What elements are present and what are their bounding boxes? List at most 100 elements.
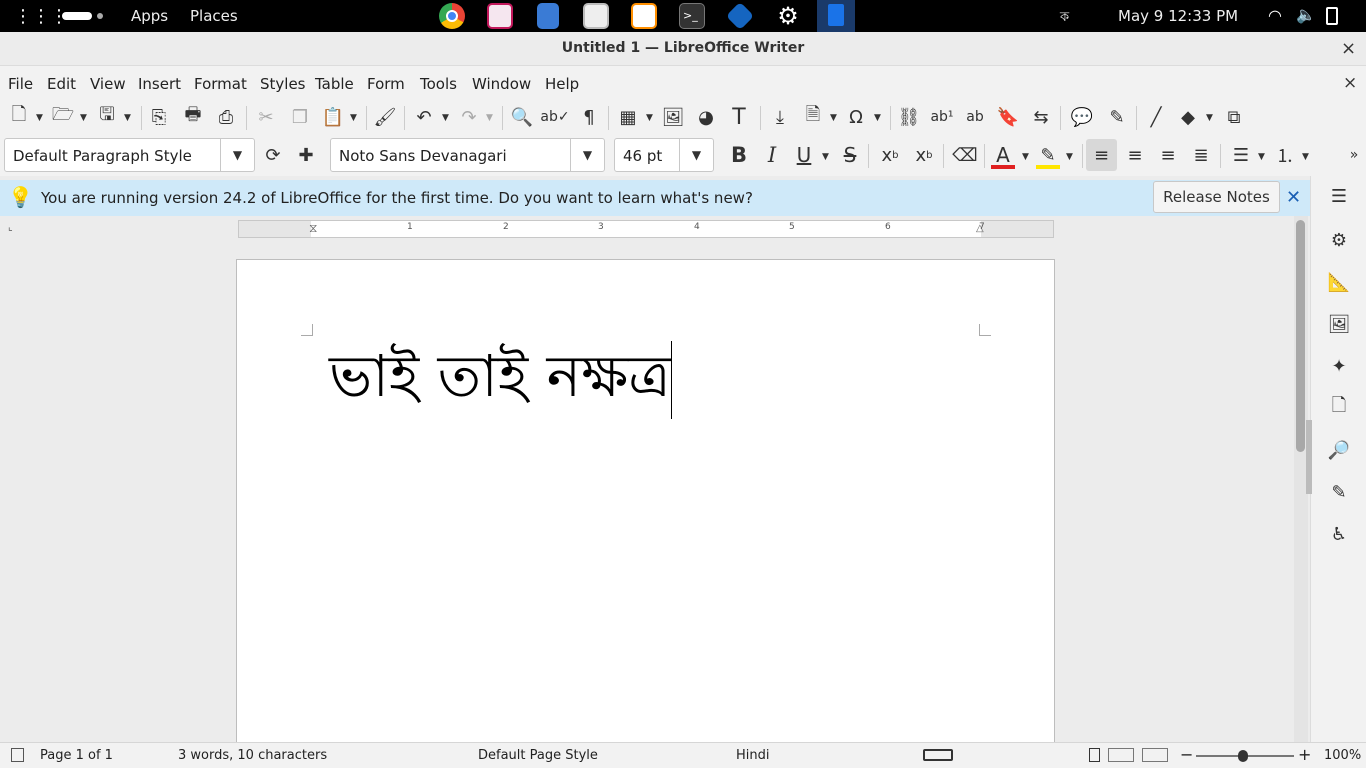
align-right-icon[interactable]: ≡ <box>1155 142 1181 168</box>
paragraph-style-combo[interactable]: Default Paragraph Style ▼ <box>4 138 255 172</box>
font-color-dropdown-icon[interactable]: ▼ <box>1022 152 1029 162</box>
paste-icon[interactable]: 📋 <box>320 104 346 130</box>
gallery-icon[interactable]: 🖼 <box>1327 312 1351 336</box>
insert-cross-reference-icon[interactable]: ⇆ <box>1028 104 1054 130</box>
numbered-list-dropdown-icon[interactable]: ▼ <box>1302 152 1309 162</box>
bullet-list-icon[interactable]: ☰ <box>1228 142 1254 168</box>
align-left-icon[interactable]: ≡ <box>1086 139 1117 171</box>
bullet-list-dropdown-icon[interactable]: ▼ <box>1258 152 1265 162</box>
wifi-icon[interactable]: ◠ <box>1268 6 1282 25</box>
special-character-icon[interactable]: Ω <box>843 104 869 130</box>
infobar-close-icon[interactable]: ✕ <box>1286 187 1301 208</box>
bold-icon[interactable]: B <box>726 142 752 168</box>
chrome-icon[interactable] <box>439 3 465 29</box>
track-changes-icon[interactable]: ✎ <box>1104 104 1130 130</box>
properties-icon[interactable]: ⚙ <box>1327 228 1351 252</box>
sidebar-menu-icon[interactable]: ☰ <box>1327 184 1351 208</box>
menu-form[interactable]: Form <box>367 75 405 93</box>
insert-line-icon[interactable]: ╱ <box>1143 104 1169 130</box>
superscript-icon[interactable]: xb <box>877 142 903 168</box>
justify-icon[interactable]: ≣ <box>1188 142 1214 168</box>
app-grid-icon[interactable]: ⋮⋮⋮ <box>14 6 68 27</box>
export-pdf-icon[interactable]: ⎘ <box>146 104 172 130</box>
highlight-dropdown-icon[interactable]: ▼ <box>1066 152 1073 162</box>
shapes-dropdown-icon[interactable]: ▼ <box>1206 113 1213 123</box>
menu-help[interactable]: Help <box>545 75 579 93</box>
new-document-icon[interactable]: 🗋 <box>6 104 32 130</box>
menu-window[interactable]: Window <box>472 75 531 93</box>
menu-insert[interactable]: Insert <box>138 75 181 93</box>
update-style-icon[interactable]: ⟳ <box>260 142 286 168</box>
book-view-icon[interactable] <box>1142 748 1168 762</box>
menu-styles[interactable]: Styles <box>260 75 306 93</box>
numbered-list-icon[interactable]: ⒈ <box>1272 142 1298 168</box>
documents-icon[interactable] <box>537 3 559 29</box>
save-dropdown-icon[interactable]: ▼ <box>124 113 131 123</box>
insert-bookmark-icon[interactable]: 🔖 <box>995 104 1021 130</box>
workspace-indicator[interactable] <box>62 12 92 20</box>
software-store-icon[interactable] <box>583 3 609 29</box>
menu-format[interactable]: Format <box>194 75 247 93</box>
document-close-icon[interactable]: × <box>1343 73 1357 93</box>
redo-dropdown-icon[interactable]: ▼ <box>486 113 493 123</box>
new-style-icon[interactable]: ✚ <box>293 142 319 168</box>
tab-stop-selector-icon[interactable]: ⌞ <box>8 222 13 233</box>
word-count[interactable]: 3 words, 10 characters <box>178 748 327 763</box>
settings-gear-icon[interactable]: ⚙ <box>775 3 801 29</box>
chevron-down-icon[interactable]: ▼ <box>679 139 713 171</box>
insert-field-icon[interactable]: 🗎 <box>800 104 826 130</box>
document-page[interactable]: ভাই তাই নক্ষত্র <box>236 259 1055 742</box>
keyboard-layout-indicator[interactable]: ক <box>1060 8 1069 29</box>
spelling-icon[interactable]: ab✓ <box>540 104 569 130</box>
zoom-in-button[interactable]: + <box>1298 745 1311 764</box>
places-menu[interactable]: Places <box>190 7 238 25</box>
terminal-icon[interactable]: >_ <box>679 3 705 29</box>
highlight-color-icon[interactable]: ✎ <box>1035 142 1061 169</box>
subscript-icon[interactable]: xb <box>911 142 937 168</box>
italic-icon[interactable]: I <box>759 142 785 168</box>
volume-icon[interactable]: 🔈 <box>1296 5 1316 24</box>
toolbar-overflow-icon[interactable]: » <box>1344 142 1364 168</box>
font-size-combo[interactable]: 46 pt ▼ <box>614 138 714 172</box>
print-preview-icon[interactable]: ⎙ <box>213 104 239 130</box>
document-area[interactable]: ⌞ 1 2 3 4 5 6 7 ⧖ △ ভাই তাই নক্ষত্র <box>0 216 1294 742</box>
underline-icon[interactable]: U <box>791 142 817 168</box>
menu-view[interactable]: View <box>90 75 126 93</box>
single-page-view-icon[interactable] <box>1089 748 1100 762</box>
navigator-icon[interactable]: ✦ <box>1327 354 1351 378</box>
font-name-combo[interactable]: Noto Sans Devanagari ▼ <box>330 138 605 172</box>
special-character-dropdown-icon[interactable]: ▼ <box>874 113 881 123</box>
table-dropdown-icon[interactable]: ▼ <box>646 113 653 123</box>
page-icon[interactable]: 📐 <box>1327 270 1351 294</box>
align-center-icon[interactable]: ≡ <box>1122 142 1148 168</box>
horizontal-ruler[interactable]: 1 2 3 4 5 6 7 ⧖ △ <box>238 220 1054 238</box>
scrollbar-thumb[interactable] <box>1296 220 1305 452</box>
sidebar-collapse-handle[interactable] <box>1306 420 1312 494</box>
strikethrough-icon[interactable]: S <box>837 142 863 168</box>
clear-formatting-icon[interactable]: ⌫ <box>952 142 978 168</box>
copy-icon[interactable]: ❐ <box>287 104 313 130</box>
zoom-level[interactable]: 100% <box>1324 748 1361 763</box>
chevron-down-icon[interactable]: ▼ <box>570 139 604 171</box>
document-text[interactable]: ভাই তাই নক্ষত্র <box>329 332 672 429</box>
calendar-icon[interactable] <box>487 3 513 29</box>
draw-functions-icon[interactable]: ⧉ <box>1221 104 1247 130</box>
redo-icon[interactable]: ↷ <box>456 104 482 130</box>
text-editor-icon[interactable] <box>631 3 657 29</box>
insert-chart-icon[interactable]: ◕ <box>693 104 719 130</box>
menu-table[interactable]: Table <box>315 75 354 93</box>
insert-table-icon[interactable]: ▦ <box>615 104 641 130</box>
menu-tools[interactable]: Tools <box>420 75 457 93</box>
insert-hyperlink-icon[interactable]: ⛓ <box>896 104 922 130</box>
paste-dropdown-icon[interactable]: ▼ <box>350 113 357 123</box>
text-language[interactable]: Hindi <box>736 748 770 763</box>
chevron-down-icon[interactable]: ▼ <box>220 139 254 171</box>
new-dropdown-icon[interactable]: ▼ <box>36 113 43 123</box>
open-dropdown-icon[interactable]: ▼ <box>80 113 87 123</box>
right-indent-marker[interactable]: △ <box>976 223 984 234</box>
field-dropdown-icon[interactable]: ▼ <box>830 113 837 123</box>
find-icon[interactable]: 🔎 <box>1327 438 1351 462</box>
page-style[interactable]: Default Page Style <box>478 748 598 763</box>
accessibility-check-icon[interactable]: ♿ <box>1327 522 1351 546</box>
find-replace-icon[interactable]: 🔍 <box>509 104 535 130</box>
